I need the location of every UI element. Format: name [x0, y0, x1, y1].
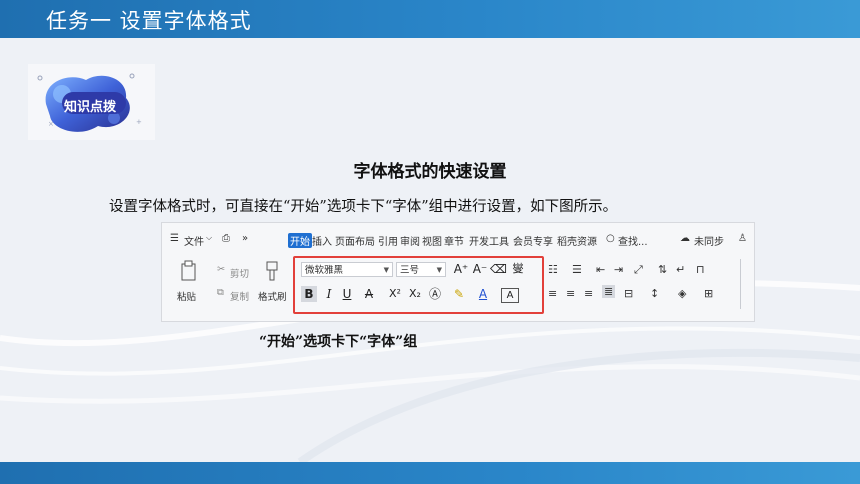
save-icon[interactable]: ⎙	[222, 233, 230, 244]
font-name-select[interactable]: 微软雅黑 ▼	[301, 262, 393, 277]
copy-icon[interactable]: ⧉	[217, 287, 224, 298]
font-size-select[interactable]: 三号 ▼	[396, 262, 446, 277]
align-left-icon[interactable]: ≡	[548, 287, 557, 300]
decrease-indent-icon[interactable]: ⇤	[596, 263, 605, 276]
tab-shell[interactable]: 稻壳资源	[557, 233, 597, 248]
strikethrough-button[interactable]: A	[361, 286, 377, 302]
font-group-highlight: 微软雅黑 ▼ 三号 ▼ A⁺ A⁻ ⌫ 燮 B I U A X² X₂ Ⓐ ✎ …	[293, 256, 544, 314]
tab-chapter[interactable]: 章节	[444, 233, 464, 248]
tab-member[interactable]: 会员专享	[513, 233, 553, 248]
borders-icon[interactable]: ⊞	[704, 287, 713, 300]
char-border-icon[interactable]: A	[501, 288, 519, 303]
footer-bar	[0, 462, 860, 484]
section-body: 设置字体格式时，可直接在“开始”选项卡下“字体”组中进行设置，如下图所示。	[109, 199, 618, 215]
tab-references[interactable]: 引用	[378, 233, 398, 248]
increase-indent-icon[interactable]: ⇥	[614, 263, 623, 276]
bullet-list-icon[interactable]: ☷	[548, 263, 558, 276]
tab-marks-icon[interactable]: ⊓	[696, 263, 705, 276]
page-title: 任务一 设置字体格式	[46, 9, 252, 33]
highlight-color-icon[interactable]: ✎	[451, 286, 467, 302]
superscript-button[interactable]: X²	[386, 286, 404, 302]
paste-icon[interactable]	[180, 260, 198, 282]
ribbon-screenshot: ☰ 文件 ⌵ ⎙ » 开始 插入 页面布局 引用 审阅 视图 章节 开发工具 会…	[161, 222, 755, 322]
chevron-down-icon[interactable]: ⌵	[206, 233, 212, 243]
clear-format-icon[interactable]: ⌫	[490, 261, 507, 277]
menu-icon[interactable]: ☰	[170, 233, 179, 244]
sort-icon[interactable]: ⇅	[658, 263, 667, 276]
tab-overflow[interactable]: »	[242, 233, 248, 244]
tab-review[interactable]: 审阅	[400, 233, 420, 248]
tab-devtools[interactable]: 开发工具	[469, 233, 509, 248]
tab-file[interactable]: 文件	[184, 233, 204, 248]
svg-text:×: ×	[48, 120, 54, 128]
numbered-list-icon[interactable]: ☰	[572, 263, 582, 276]
font-size-value: 三号	[400, 265, 420, 276]
pinyin-button[interactable]: 燮	[509, 261, 527, 277]
subscript-button[interactable]: X₂	[406, 286, 424, 302]
cloud-icon: ☁	[680, 233, 690, 244]
align-right-icon[interactable]: ≡	[584, 287, 593, 300]
format-painter-icon[interactable]	[264, 260, 280, 282]
font-name-value: 微软雅黑	[305, 265, 344, 276]
chevron-down-icon: ▼	[383, 266, 389, 274]
font-color-icon[interactable]: A	[475, 286, 491, 302]
italic-button[interactable]: I	[322, 286, 336, 302]
format-painter-button[interactable]: 格式刷	[258, 289, 287, 303]
text-direction-icon[interactable]: ⤢	[634, 263, 643, 277]
user-icon[interactable]: ♙	[738, 233, 747, 244]
tab-layout[interactable]: 页面布局	[335, 233, 375, 248]
cut-icon[interactable]: ✂	[217, 264, 225, 275]
ribbon-divider	[740, 259, 751, 309]
ribbon-tabs: ☰ 文件 ⌵ ⎙ » 开始 插入 页面布局 引用 审阅 视图 章节 开发工具 会…	[162, 223, 754, 253]
tab-insert[interactable]: 插入	[312, 233, 332, 248]
align-center-icon[interactable]: ≡	[566, 287, 575, 300]
cut-button[interactable]: 剪切	[230, 266, 249, 280]
paste-button[interactable]: 粘贴	[177, 289, 196, 303]
bold-button[interactable]: B	[301, 286, 317, 302]
justify-icon[interactable]: ≣	[602, 285, 616, 298]
section-title: 字体格式的快速设置	[353, 162, 507, 182]
figure-caption: “开始”选项卡下“字体”组	[259, 334, 418, 350]
search-icon[interactable]: ○	[606, 233, 615, 244]
line-spacing-icon[interactable]: ↕	[650, 287, 659, 300]
shading-icon[interactable]: ◈	[678, 287, 686, 300]
copy-button[interactable]: 复制	[230, 289, 249, 303]
underline-button[interactable]: U	[339, 286, 355, 302]
text-effect-icon[interactable]: Ⓐ	[427, 286, 443, 302]
chevron-down-icon: ▼	[436, 266, 442, 274]
shrink-font-button[interactable]: A⁻	[472, 261, 488, 277]
tab-view[interactable]: 视图	[422, 233, 442, 248]
badge-label: 知识点拨	[64, 100, 117, 115]
header-bar: 任务一 设置字体格式	[0, 0, 860, 38]
tab-home[interactable]: 开始	[288, 233, 312, 248]
show-marks-icon[interactable]: ↵	[676, 263, 685, 276]
svg-text:+: +	[136, 118, 142, 126]
distribute-icon[interactable]: ⊟	[624, 287, 633, 300]
sync-status[interactable]: 未同步	[694, 233, 724, 248]
search-box[interactable]: 查找...	[618, 233, 648, 248]
grow-font-button[interactable]: A⁺	[453, 261, 469, 277]
